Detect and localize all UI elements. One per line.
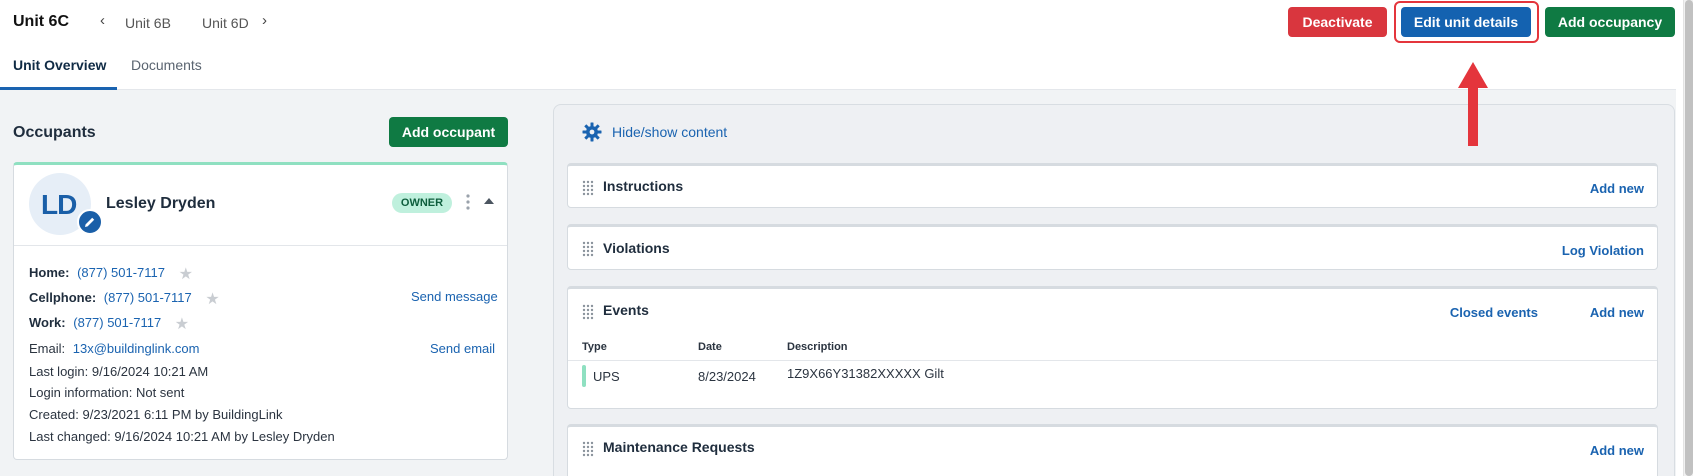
log-violation-link[interactable]: Log Violation	[1562, 243, 1644, 258]
chevron-left-icon[interactable]: ‹	[100, 12, 105, 29]
violations-section: Violations Log Violation	[567, 224, 1658, 270]
drag-handle-icon[interactable]	[582, 180, 594, 196]
events-section: Events Closed events Add new Type Date D…	[567, 286, 1658, 409]
work-phone-link[interactable]: (877) 501-7117	[73, 315, 161, 330]
star-icon[interactable]: ★	[175, 314, 189, 334]
column-header-description[interactable]: Description	[787, 341, 848, 353]
events-add-new-link[interactable]: Add new	[1590, 305, 1644, 320]
last-login-row: Last login: 9/16/2024 10:21 AM	[29, 364, 209, 379]
email-link[interactable]: 13x@buildinglink.com	[73, 341, 200, 356]
pencil-icon[interactable]	[77, 209, 103, 235]
drag-handle-icon[interactable]	[582, 441, 594, 457]
maintenance-add-new-link[interactable]: Add new	[1590, 443, 1644, 458]
events-table-header: Type Date Description	[568, 331, 1657, 361]
add-occupancy-button[interactable]: Add occupancy	[1545, 7, 1675, 37]
hide-show-content-button[interactable]: Hide/show content	[582, 122, 727, 142]
email-row: Email: 13x@buildinglink.com	[29, 341, 200, 356]
gear-icon	[582, 122, 602, 142]
table-row[interactable]: UPS 8/23/2024 1Z9X66Y31382XXXXX Gilt	[568, 361, 1657, 391]
cellphone-row: Cellphone: (877) 501-7117 ★	[29, 289, 220, 309]
star-icon[interactable]: ★	[205, 289, 219, 309]
cellphone-link[interactable]: (877) 501-7117	[104, 290, 192, 305]
star-icon[interactable]: ★	[179, 264, 193, 284]
tab-bar: Unit Overview Documents	[0, 44, 1676, 90]
last-changed-row: Last changed: 9/16/2024 10:21 AM by Lesl…	[29, 429, 335, 444]
tab-documents[interactable]: Documents	[131, 57, 202, 73]
created-row: Created: 9/23/2021 6:11 PM by BuildingLi…	[29, 407, 283, 422]
event-date: 8/23/2024	[698, 369, 756, 384]
events-title: Events	[603, 302, 649, 318]
prev-unit-link[interactable]: Unit 6B	[125, 15, 171, 31]
unit-title: Unit 6C	[13, 13, 69, 30]
maintenance-requests-section: Maintenance Requests Add new	[567, 424, 1658, 476]
send-message-link[interactable]: Send message	[411, 289, 498, 304]
occupant-card: LD Lesley Dryden OWNER Home: (877) 501-7…	[13, 162, 508, 460]
avatar: LD	[29, 173, 103, 235]
tab-unit-overview[interactable]: Unit Overview	[13, 57, 106, 73]
annotation-arrow-icon	[1458, 62, 1488, 146]
occupant-card-header: LD Lesley Dryden OWNER	[14, 165, 507, 246]
home-phone-row: Home: (877) 501-7117 ★	[29, 264, 193, 284]
column-header-date[interactable]: Date	[698, 341, 722, 353]
home-phone-link[interactable]: (877) 501-7117	[77, 265, 165, 280]
instructions-title: Instructions	[603, 178, 684, 194]
event-description: 1Z9X66Y31382XXXXX Gilt	[787, 366, 944, 381]
violations-title: Violations	[603, 240, 670, 256]
event-status-marker	[582, 365, 586, 387]
occupant-name[interactable]: Lesley Dryden	[106, 195, 215, 213]
maintenance-requests-title: Maintenance Requests	[603, 439, 755, 455]
column-header-type[interactable]: Type	[582, 341, 607, 353]
occupants-title: Occupants	[13, 124, 96, 141]
scrollbar-thumb[interactable]	[1685, 0, 1693, 476]
drag-handle-icon[interactable]	[582, 241, 594, 257]
closed-events-link[interactable]: Closed events	[1450, 305, 1538, 320]
more-options-icon[interactable]	[464, 193, 472, 211]
avatar-initials: LD	[41, 189, 77, 220]
annotation-highlight-box	[1394, 1, 1539, 43]
instructions-section: Instructions Add new	[567, 163, 1658, 208]
instructions-add-new-link[interactable]: Add new	[1590, 181, 1644, 196]
work-phone-row: Work: (877) 501-7117 ★	[29, 314, 190, 334]
add-occupant-button[interactable]: Add occupant	[389, 117, 508, 147]
send-email-link[interactable]: Send email	[430, 341, 495, 356]
owner-badge: OWNER	[392, 193, 452, 213]
chevron-right-icon[interactable]: ›	[262, 12, 267, 29]
login-information-row: Login information: Not sent	[29, 385, 185, 400]
next-unit-link[interactable]: Unit 6D	[202, 15, 249, 31]
collapse-caret-icon[interactable]	[484, 198, 494, 204]
event-type: UPS	[593, 369, 620, 384]
drag-handle-icon[interactable]	[582, 304, 594, 320]
deactivate-button[interactable]: Deactivate	[1288, 7, 1387, 37]
hide-show-label: Hide/show content	[612, 124, 728, 140]
page-scrollbar[interactable]	[1683, 0, 1693, 476]
